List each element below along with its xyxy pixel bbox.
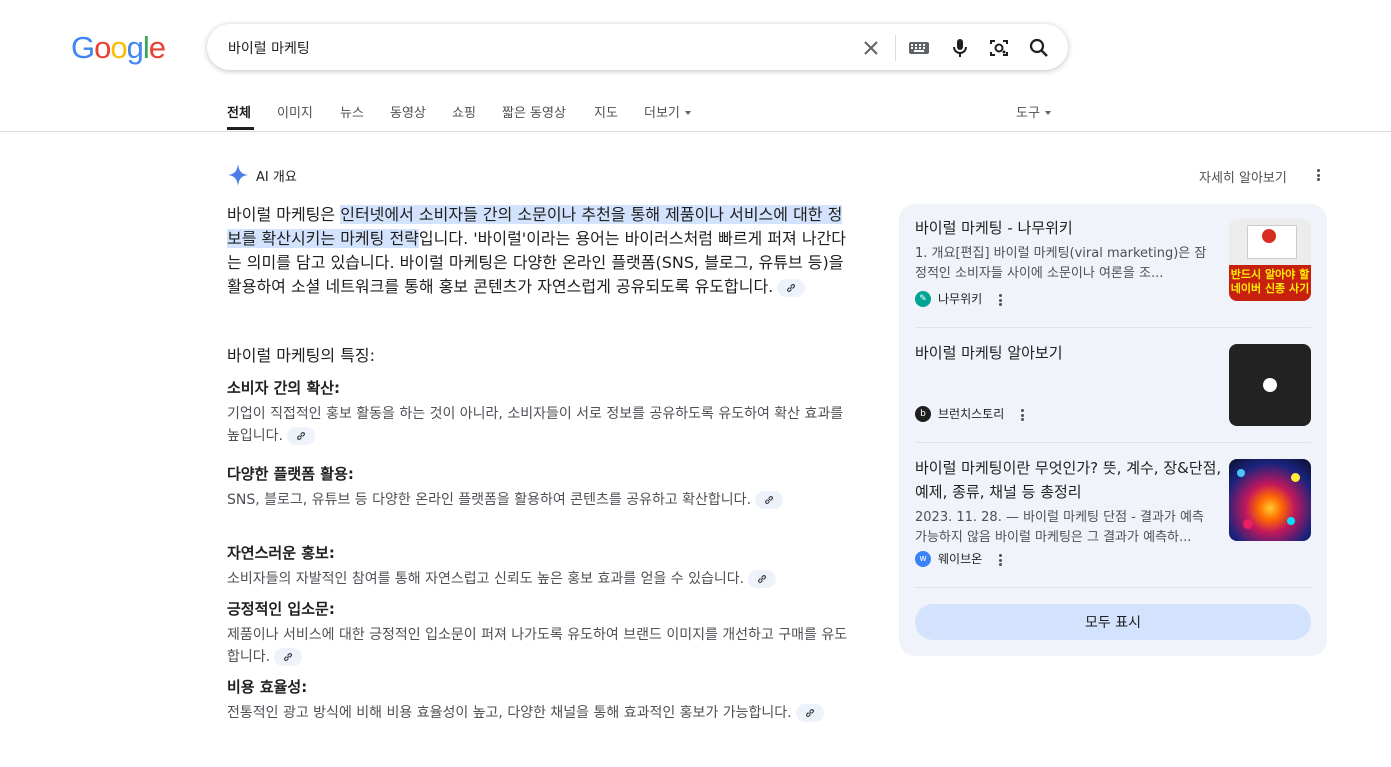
tools-button[interactable]: 도구 <box>1016 102 1051 121</box>
thumbnail-dot <box>1291 473 1300 482</box>
namuwiki-favicon-icon: ✎ <box>915 290 931 307</box>
feature-title: 소비자 간의 확산: <box>227 379 341 397</box>
source-site-name: 웨이브온 <box>938 552 983 566</box>
feature-desc: 소비자들의 자발적인 참여를 통해 자연스럽고 신뢰도 높은 홍보 효과를 얻을… <box>227 568 857 590</box>
source-link-icon[interactable] <box>777 278 806 297</box>
search-icon[interactable] <box>1027 36 1051 60</box>
tab-maps[interactable]: 지도 <box>594 102 618 121</box>
lens-camera-icon[interactable] <box>987 36 1011 60</box>
search-divider <box>895 35 896 61</box>
feature-desc-text: 제품이나 서비스에 대한 긍정적인 입소문이 퍼져 나가도록 유도하여 브랜드 … <box>227 627 848 665</box>
more-options-icon[interactable] <box>995 552 1005 568</box>
tab-short-videos[interactable]: 짧은 동영상 <box>502 102 566 121</box>
microphone-icon[interactable] <box>948 36 972 60</box>
intro-prefix: 바이럴 마케팅은 <box>227 205 341 224</box>
features-heading: 바이럴 마케팅의 특징: <box>227 346 376 365</box>
tab-videos[interactable]: 동영상 <box>390 102 426 121</box>
ai-overview-label: AI 개요 <box>256 169 297 185</box>
tab-more[interactable]: 더보기 <box>644 102 691 121</box>
card-divider <box>915 442 1311 443</box>
brunch-favicon-icon: b <box>915 405 931 422</box>
logo-letter: g <box>126 30 144 65</box>
source-card[interactable]: 바이럴 마케팅 - 나무위키 1. 개요[편집] 바이럴 마케팅(viral m… <box>915 216 1311 307</box>
chevron-down-icon <box>684 110 691 115</box>
brunch-logo-icon <box>1263 378 1277 392</box>
thumbnail-dot <box>1243 519 1253 529</box>
tab-images[interactable]: 이미지 <box>277 102 313 121</box>
thumbnail-dot <box>1237 469 1245 477</box>
search-input[interactable]: 바이럴 마케팅 <box>228 38 310 58</box>
active-tab-indicator <box>227 127 254 130</box>
source-link-icon[interactable] <box>286 427 315 445</box>
feature-item: 소비자 간의 확산: 기업이 직접적인 홍보 활동을 하는 것이 아니라, 소비… <box>227 377 857 447</box>
more-options-icon[interactable] <box>1313 167 1323 183</box>
feature-desc-text: SNS, 블로그, 유튜브 등 다양한 온라인 플랫폼을 활용하여 콘텐츠를 공… <box>227 492 752 508</box>
source-site[interactable]: w 웨이브온 <box>915 550 982 567</box>
source-title[interactable]: 바이럴 마케팅 알아보기 <box>915 341 1223 365</box>
source-site-name: 브런치스토리 <box>938 407 1005 421</box>
gemini-sparkle-icon <box>228 164 248 186</box>
source-site-name: 나무위키 <box>938 292 983 306</box>
source-link-icon[interactable] <box>755 491 784 509</box>
feature-item: 긍정적인 입소문: 제품이나 서비스에 대한 긍정적인 입소문이 퍼져 나가도록… <box>227 598 857 668</box>
feature-desc: 전통적인 광고 방식에 비해 비용 효율성이 높고, 다양한 채널을 통해 효과… <box>227 702 857 724</box>
header-divider <box>0 131 1391 132</box>
feature-desc-text: 소비자들의 자발적인 참여를 통해 자연스럽고 신뢰도 높은 홍보 효과를 얻을… <box>227 571 745 587</box>
source-title[interactable]: 바이럴 마케팅이란 무엇인가? 뜻, 계수, 장&단점, 예제, 종류, 채널 … <box>915 456 1223 504</box>
tab-more-label: 더보기 <box>644 106 680 121</box>
more-options-icon[interactable] <box>995 292 1005 308</box>
feature-title: 비용 효율성: <box>227 678 308 696</box>
source-thumbnail[interactable] <box>1229 344 1311 426</box>
tab-shopping[interactable]: 쇼핑 <box>452 102 476 121</box>
search-box[interactable]: 바이럴 마케팅 <box>207 24 1068 70</box>
more-options-icon[interactable] <box>1017 407 1027 423</box>
feature-desc-text: 전통적인 광고 방식에 비해 비용 효율성이 높고, 다양한 채널을 통해 효과… <box>227 705 792 721</box>
feature-desc: 기업이 직접적인 홍보 활동을 하는 것이 아니라, 소비자들이 서로 정보를 … <box>227 403 849 447</box>
waveon-favicon-icon: w <box>915 550 931 567</box>
source-link-icon[interactable] <box>795 704 824 722</box>
chevron-down-icon <box>1044 110 1051 115</box>
source-site[interactable]: b 브런치스토리 <box>915 405 1004 422</box>
feature-item: 비용 효율성: 전통적인 광고 방식에 비해 비용 효율성이 높고, 다양한 채… <box>227 676 857 724</box>
thumbnail-caption: 반드시 알아야 할 네이버 신종 사기 <box>1229 265 1311 301</box>
source-thumbnail[interactable]: 반드시 알아야 할 네이버 신종 사기 <box>1229 219 1311 301</box>
ai-overview-intro: 바이럴 마케팅은 인터넷에서 소비자들 간의 소문이나 추천을 통해 제품이나 … <box>227 203 857 299</box>
feature-desc-text: 기업이 직접적인 홍보 활동을 하는 것이 아니라, 소비자들이 서로 정보를 … <box>227 406 844 444</box>
feature-title: 다양한 플랫폼 활용: <box>227 465 354 483</box>
source-site[interactable]: ✎ 나무위키 <box>915 290 982 307</box>
feature-title: 긍정적인 입소문: <box>227 600 335 618</box>
source-snippet: 2023. 11. 28. — 바이럴 마케팅 단점 - 결과가 예측 가능하지… <box>915 510 1204 545</box>
source-link-icon[interactable] <box>748 570 777 588</box>
logo-letter: e <box>148 30 166 65</box>
logo-letter: G <box>71 30 95 65</box>
learn-more-link[interactable]: 자세히 알아보기 <box>1199 167 1287 186</box>
sources-panel: 바이럴 마케팅 - 나무위키 1. 개요[편집] 바이럴 마케팅(viral m… <box>899 204 1327 656</box>
thumbnail-screen <box>1247 225 1297 259</box>
tab-news[interactable]: 뉴스 <box>340 102 364 121</box>
feature-item: 자연스러운 홍보: 소비자들의 자발적인 참여를 통해 자연스럽고 신뢰도 높은… <box>227 542 857 590</box>
source-thumbnail[interactable] <box>1229 459 1311 541</box>
feature-desc: 제품이나 서비스에 대한 긍정적인 입소문이 퍼져 나가도록 유도하여 브랜드 … <box>227 624 857 668</box>
keyboard-icon[interactable] <box>907 36 931 60</box>
feature-title: 자연스러운 홍보: <box>227 544 335 562</box>
feature-item: 다양한 플랫폼 활용: SNS, 블로그, 유튜브 등 다양한 온라인 플랫폼을… <box>227 463 857 511</box>
source-card[interactable]: 바이럴 마케팅 알아보기 b 브런치스토리 <box>915 341 1311 426</box>
tools-label: 도구 <box>1016 106 1040 121</box>
logo-letter: o <box>94 30 111 65</box>
card-divider <box>915 587 1311 588</box>
tab-all[interactable]: 전체 <box>227 102 251 121</box>
thumbnail-logo-icon <box>1262 229 1276 243</box>
feature-desc: SNS, 블로그, 유튜브 등 다양한 온라인 플랫폼을 활용하여 콘텐츠를 공… <box>227 489 812 511</box>
ai-overview-header: AI 개요 <box>227 163 297 187</box>
show-all-button[interactable]: 모두 표시 <box>915 604 1311 640</box>
clear-icon[interactable] <box>859 36 883 60</box>
source-snippet: 1. 개요[편집] 바이럴 마케팅(viral marketing)은 잠정적인… <box>915 246 1207 281</box>
logo-letter: o <box>110 30 127 65</box>
google-logo[interactable]: Google <box>71 28 166 68</box>
source-link-icon[interactable] <box>274 648 303 666</box>
card-divider <box>915 327 1311 328</box>
thumbnail-dot <box>1287 517 1295 525</box>
source-card[interactable]: 바이럴 마케팅이란 무엇인가? 뜻, 계수, 장&단점, 예제, 종류, 채널 … <box>915 456 1311 567</box>
source-title[interactable]: 바이럴 마케팅 - 나무위키 <box>915 216 1223 240</box>
